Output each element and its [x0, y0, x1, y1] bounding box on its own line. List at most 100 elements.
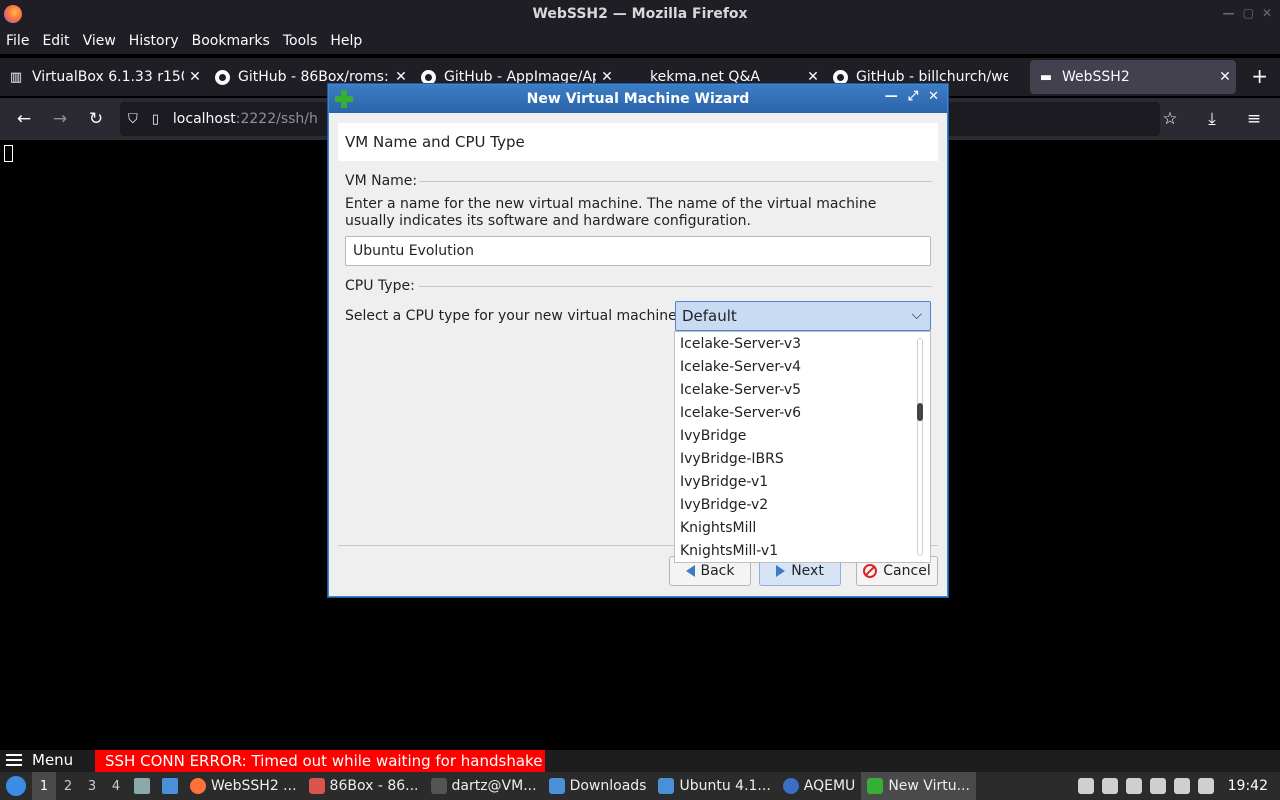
tab-label: GitHub - billchurch/we — [856, 69, 1008, 85]
tab-close-icon[interactable]: ✕ — [1214, 69, 1236, 85]
clipboard-icon[interactable] — [1077, 778, 1094, 794]
toolbar-right: ☆ ⤓ ≡ — [1152, 101, 1272, 137]
list-item[interactable]: Icelake-Server-v4 — [680, 359, 801, 375]
next-button-label: Next — [791, 563, 824, 579]
reload-icon[interactable]: ↻ — [78, 101, 114, 137]
dialog-maximize-icon[interactable]: ⤢ — [908, 89, 918, 104]
show-desktop-icon[interactable] — [162, 778, 178, 794]
menu-bookmarks[interactable]: Bookmarks — [192, 33, 270, 49]
menu-history[interactable]: History — [129, 33, 179, 49]
tab-label: GitHub - 86Box/roms: — [238, 69, 389, 85]
cpu-type-select[interactable]: Default ⌵ — [675, 301, 931, 331]
menu-help[interactable]: Help — [330, 33, 362, 49]
bookmark-star-icon[interactable]: ☆ — [1152, 101, 1188, 137]
task-label: dartz@VM... — [451, 778, 537, 794]
list-item[interactable]: Icelake-Server-v3 — [680, 336, 801, 352]
notes-icon[interactable] — [1125, 778, 1142, 794]
cpu-type-label: Select a CPU type for your new virtual m… — [345, 308, 682, 324]
aqemu-icon — [782, 778, 799, 794]
workspace-1[interactable]: 1 — [32, 772, 56, 800]
maximize-icon[interactable]: ▢ — [1243, 6, 1254, 20]
chevron-down-icon: ⌵ — [911, 307, 922, 323]
taskbar-item-ubuntu-folder[interactable]: Ubuntu 4.1... — [652, 772, 776, 800]
taskbar-item-webssh2[interactable]: WebSSH2 ... — [184, 772, 303, 800]
new-tab-plus-icon[interactable]: + — [1251, 64, 1268, 88]
list-item[interactable]: KnightsMill-v1 — [680, 543, 778, 559]
window-controls: — ▢ ✕ — [1223, 6, 1272, 20]
workspace-3[interactable]: 3 — [80, 772, 104, 800]
list-item[interactable]: IvyBridge-IBRS — [680, 451, 784, 467]
page-info-icon[interactable]: ▯ — [152, 112, 159, 127]
close-icon[interactable]: ✕ — [1262, 6, 1272, 20]
task-label: Downloads — [569, 778, 647, 794]
display-icon[interactable] — [1149, 778, 1166, 794]
menu-button-label: Menu — [32, 751, 74, 769]
github-icon — [420, 69, 436, 85]
github-icon — [214, 69, 230, 85]
window-title: WebSSH2 — Mozilla Firefox — [532, 6, 748, 22]
dropdown-scrollbar[interactable] — [917, 338, 923, 556]
menu-button[interactable]: Menu — [6, 751, 73, 769]
task-label: Ubuntu 4.1... — [679, 778, 771, 794]
vm-name-input[interactable]: Ubuntu Evolution — [345, 236, 931, 266]
menu-view[interactable]: View — [83, 33, 116, 49]
back-button-label: Back — [700, 563, 735, 579]
list-item[interactable]: IvyBridge-v2 — [680, 497, 768, 513]
tab-virtualbox[interactable]: ▥ VirtualBox 6.1.33 r150 ✕ — [0, 60, 206, 94]
tab-label: kekma.net Q&A — [650, 69, 760, 85]
hamburger-menu-icon[interactable]: ≡ — [1236, 101, 1272, 137]
shield-icon[interactable]: ⛉ — [128, 112, 138, 127]
downloads-icon[interactable]: ⤓ — [1194, 101, 1230, 137]
hamburger-icon — [6, 754, 22, 766]
tab-close-icon[interactable]: ✕ — [596, 69, 618, 85]
cancel-button-label: Cancel — [883, 563, 931, 579]
window-titlebar: WebSSH2 — Mozilla Firefox — ▢ ✕ — [0, 0, 1280, 28]
taskbar: 1 2 3 4 WebSSH2 ... 86Box - 86... dartz@… — [0, 772, 1280, 800]
github-icon — [832, 69, 848, 85]
file-manager-quick-icon[interactable] — [134, 778, 150, 794]
tab-close-icon[interactable]: ✕ — [802, 69, 824, 85]
start-menu-logo-icon[interactable] — [6, 776, 26, 796]
taskbar-item-terminal[interactable]: dartz@VM... — [425, 772, 543, 800]
taskbar-item-86box[interactable]: 86Box - 86... — [303, 772, 425, 800]
section-divider — [419, 286, 932, 287]
minimize-icon[interactable]: — — [1223, 6, 1235, 20]
menu-edit[interactable]: Edit — [42, 33, 69, 49]
cpu-type-dropdown-list: Icelake-Server-v3 Icelake-Server-v4 Icel… — [674, 331, 931, 563]
task-label: AQEMU — [803, 778, 856, 794]
workspace-2[interactable]: 2 — [56, 772, 80, 800]
forward-arrow-icon[interactable]: → — [42, 101, 78, 137]
vm-name-description: Enter a name for the new virtual machine… — [345, 196, 877, 229]
volume-icon[interactable] — [1101, 778, 1118, 794]
86box-icon — [308, 778, 325, 794]
folder-icon — [548, 778, 565, 794]
taskbar-item-new-vm-wizard[interactable]: New Virtu... — [861, 772, 976, 800]
back-arrow-icon[interactable]: ← — [6, 101, 42, 137]
green-plus-icon — [867, 778, 884, 794]
list-item[interactable]: IvyBridge-v1 — [680, 474, 768, 490]
task-label: New Virtu... — [888, 778, 970, 794]
menu-file[interactable]: File — [6, 33, 29, 49]
dialog-minimize-icon[interactable]: — — [885, 89, 898, 104]
list-item[interactable]: Icelake-Server-v5 — [680, 382, 801, 398]
dialog-close-icon[interactable]: ✕ — [928, 89, 939, 104]
terminal-icon — [430, 778, 447, 794]
scrollbar-thumb[interactable] — [917, 403, 923, 421]
folder-icon — [658, 778, 675, 794]
tab-close-icon[interactable]: ✕ — [390, 69, 412, 85]
workspace-4[interactable]: 4 — [104, 772, 128, 800]
update-icon[interactable] — [1197, 778, 1214, 794]
tab-webssh2[interactable]: ▬ WebSSH2 ✕ — [1030, 60, 1236, 94]
firefox-icon — [190, 778, 206, 794]
list-item[interactable]: Icelake-Server-v6 — [680, 405, 801, 421]
list-item[interactable]: KnightsMill — [680, 520, 756, 536]
clock: 19:42 — [1227, 778, 1268, 794]
url-host: localhost — [172, 111, 236, 127]
taskbar-item-aqemu[interactable]: AQEMU — [777, 772, 862, 800]
network-icon[interactable] — [1173, 778, 1190, 794]
cpu-selected-value: Default — [682, 307, 737, 325]
menu-tools[interactable]: Tools — [283, 33, 318, 49]
list-item[interactable]: IvyBridge — [680, 428, 746, 444]
tab-close-icon[interactable]: ✕ — [184, 69, 206, 85]
taskbar-item-downloads[interactable]: Downloads — [543, 772, 653, 800]
